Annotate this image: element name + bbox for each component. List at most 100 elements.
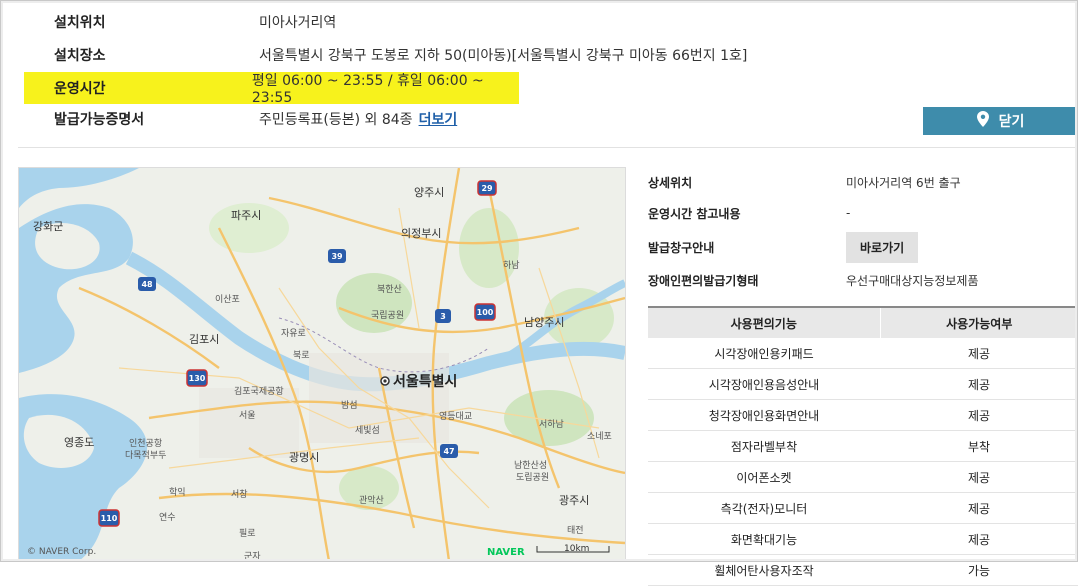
- map-label-bukro: 북로: [293, 350, 310, 361]
- detail-row-hours-note: 운영시간 참고내용 -: [648, 198, 850, 228]
- map-label-seoul-ic: 서울: [239, 410, 256, 421]
- map-label-paju: 파주시: [231, 209, 261, 222]
- table-row: 점자라벨부착 부착: [648, 430, 1078, 462]
- features-table: 사용편의기능 사용가능여부 시각장애인용키패드 제공 시각장애인용음성안내 제공 청…: [648, 306, 1078, 586]
- route-47: 47: [443, 447, 454, 456]
- route-48: 48: [141, 280, 153, 289]
- features-header-row: 사용편의기능 사용가능여부: [648, 306, 1078, 338]
- route-3: 3: [440, 312, 446, 321]
- map-label-uijeongbu: 의정부시: [401, 227, 441, 240]
- table-row: 청각장애인용화면안내 제공: [648, 399, 1078, 431]
- map-label-yangju: 양주시: [414, 186, 444, 199]
- feature-name: 시각장애인용음성안내: [648, 368, 880, 400]
- feature-header: 사용편의기능: [648, 306, 880, 338]
- map-label-dongsan: 하남: [503, 260, 520, 271]
- info-row-certs: 발급가능증명서 주민등록표(등본) 외 84종 더보기: [24, 103, 457, 135]
- detail-row-location: 상세위치 미아사거리역 6번 출구: [648, 167, 961, 197]
- map-label-pilmu: 필로: [239, 527, 256, 539]
- map-label-namhansanseong: 남한산성: [514, 460, 547, 471]
- feature-name: 시각장애인용키패드: [648, 338, 880, 369]
- map-label-ilsan: 이산포: [215, 294, 240, 305]
- map-label-gimpo: 김포시: [189, 333, 219, 346]
- feature-name: 화면확대기능: [648, 523, 880, 555]
- detail-row-type: 장애인편의발급기형태 우선구매대상지능정보제품: [648, 265, 978, 295]
- hours-value: 평일 06:00 ~ 23:55 / 휴일 06:00 ~ 23:55: [251, 73, 484, 106]
- install-location-value: 미아사거리역: [259, 15, 337, 31]
- divider: [18, 147, 1078, 148]
- map-label-sebit: 세빛섬: [355, 425, 380, 436]
- feature-status: 가능: [880, 554, 1078, 586]
- map-label-taejeon: 태전: [567, 525, 584, 536]
- map-label-namyangju: 남양주시: [524, 316, 564, 329]
- detail-location-value: 미아사거리역 6번 출구: [846, 175, 961, 190]
- map-label-gunja: 군자: [244, 551, 261, 561]
- map-label-soha: 소네포: [587, 431, 612, 442]
- status-header: 사용가능여부: [879, 306, 1078, 338]
- route-100: 100: [477, 308, 494, 317]
- map-copyright: © NAVER Corp.: [27, 547, 96, 557]
- map-label-bamseom: 밤섬: [341, 400, 358, 411]
- goto-button[interactable]: 바로가기: [846, 231, 919, 263]
- map-label-jayu: 자유로: [281, 328, 306, 339]
- feature-name: 이어폰소켓: [648, 461, 880, 493]
- map-label-incheon-port: 다목적부두: [125, 449, 166, 461]
- table-row: 시각장애인용음성안내 제공: [648, 368, 1078, 400]
- certs-label: 발급가능증명서: [54, 112, 145, 128]
- certs-value: 주민등록표(등본) 외 84종: [259, 112, 413, 128]
- window-label: 발급창구안내: [648, 240, 715, 255]
- map-label-seoul: 서울특별시: [393, 373, 457, 390]
- table-row: 이어폰소켓 제공: [648, 461, 1078, 493]
- detail-location-label: 상세위치: [648, 175, 693, 190]
- map-label-gwangmyeong: 광명시: [289, 451, 319, 464]
- feature-status: 제공: [880, 368, 1078, 400]
- type-value: 우선구매대상지능정보제품: [846, 273, 979, 288]
- map-label-bukhansan-park: 국립공원: [371, 310, 404, 321]
- map-label-gwangju: 광주시: [559, 494, 589, 507]
- close-button[interactable]: 닫기: [923, 107, 1078, 135]
- table-row: 측각(전자)모니터 제공: [648, 492, 1078, 524]
- map-label-yeongdeungpo: 영등대교: [439, 411, 472, 422]
- map-label-yeongjong: 영종도: [64, 436, 94, 449]
- map-canvas[interactable]: 29 39 48 3 100 130 47 110 양주시 파주시 강화군 의정…: [19, 168, 625, 561]
- map-label-ansan: 서창: [231, 489, 248, 500]
- feature-name: 청각장애인용화면안내: [648, 399, 880, 431]
- map-panel[interactable]: 29 39 48 3 100 130 47 110 양주시 파주시 강화군 의정…: [18, 167, 626, 562]
- feature-name: 휠체어탄사용자조작: [648, 554, 880, 586]
- map-label-hakik: 학익: [169, 486, 186, 498]
- close-button-label: 닫기: [998, 114, 1025, 130]
- route-110: 110: [101, 514, 118, 523]
- map-label-seohan: 서하남: [539, 419, 564, 430]
- detail-row-window: 발급창구안내 바로가기: [648, 231, 919, 263]
- info-row-hours: 운영시간 평일 06:00 ~ 23:55 / 휴일 06:00 ~ 23:55: [24, 72, 519, 106]
- map-label-ganghwa: 강화군: [33, 220, 63, 233]
- feature-status: 제공: [880, 523, 1078, 555]
- location-pin-icon: [976, 111, 989, 131]
- install-location-label: 설치위치: [54, 15, 106, 31]
- feature-status: 제공: [880, 461, 1078, 493]
- table-row: 휠체어탄사용자조작 가능: [648, 554, 1078, 586]
- route-130: 130: [189, 374, 206, 383]
- table-row: 화면확대기능 제공: [648, 523, 1078, 555]
- naver-logo: NAVER: [487, 547, 525, 558]
- map-label-yeonsu: 연수: [159, 512, 176, 523]
- map-label-namhansanseong-park: 도립공원: [516, 472, 549, 483]
- feature-status: 제공: [880, 492, 1078, 524]
- feature-name: 점자라벨부착: [648, 430, 880, 462]
- feature-status: 제공: [880, 338, 1078, 369]
- map-label-gimpo-airport: 김포국제공항: [234, 385, 284, 397]
- table-row: 시각장애인용키패드 제공: [648, 338, 1078, 369]
- route-39: 39: [331, 252, 343, 261]
- install-place-label: 설치장소: [54, 48, 106, 64]
- hours-note-label: 운영시간 참고내용: [648, 206, 741, 221]
- map-label-gwanaksan: 관악산: [359, 494, 384, 506]
- hours-label: 운영시간: [54, 81, 106, 97]
- info-row-install-place: 설치장소 서울특별시 강북구 도봉로 지하 50(미아동)[서울특별시 강북구 …: [24, 39, 747, 71]
- route-29: 29: [481, 184, 493, 193]
- info-row-install-location: 설치위치 미아사거리역: [24, 6, 336, 38]
- feature-status: 제공: [880, 399, 1078, 431]
- install-place-value: 서울특별시 강북구 도봉로 지하 50(미아동)[서울특별시 강북구 미아동 6…: [259, 48, 748, 64]
- more-link[interactable]: 더보기: [419, 109, 458, 129]
- map-label-bukhansan: 북한산: [377, 284, 402, 295]
- hours-note-value: -: [846, 206, 851, 220]
- feature-status: 부착: [880, 430, 1078, 462]
